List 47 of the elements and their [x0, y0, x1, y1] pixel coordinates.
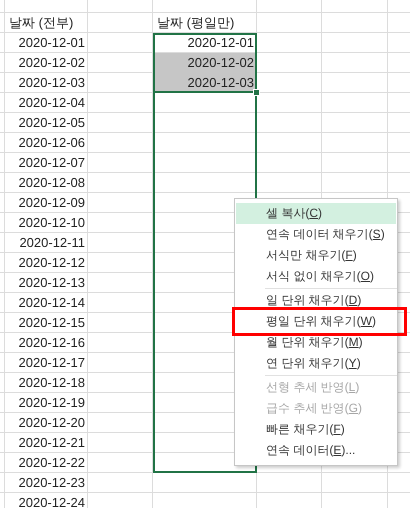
date-cell-text: 2020-12-02	[18, 54, 86, 72]
date-cell[interactable]	[153, 173, 257, 193]
date-cell-text: 2020-12-21	[18, 434, 86, 452]
date-cell-text: 2020-12-13	[18, 274, 86, 292]
date-cell-text: 2020-12-19	[18, 394, 86, 412]
date-cell[interactable]	[153, 193, 257, 213]
date-cell-text: 2020-12-08	[18, 174, 86, 192]
date-cell-text: 2020-12-03	[18, 74, 86, 92]
date-cell-text: 2020-12-18	[18, 374, 86, 392]
date-cell[interactable]	[153, 93, 257, 113]
date-cell-text: 2020-12-09	[18, 194, 86, 212]
menu-item[interactable]: 서식만 채우기(F)	[236, 245, 396, 266]
date-cell[interactable]: 2020-12-03	[153, 73, 257, 93]
date-cell[interactable]	[153, 133, 257, 153]
date-cell-text: 2020-12-22	[18, 454, 86, 472]
menu-item[interactable]: 일 단위 채우기(D)	[236, 290, 396, 311]
menu-item[interactable]: 셀 복사(C)	[236, 203, 396, 224]
date-cell[interactable]	[153, 453, 257, 473]
menu-item[interactable]: 빠른 채우기(F)	[236, 419, 396, 440]
date-cell-text: 2020-12-14	[18, 294, 86, 312]
date-cell-text: 2020-12-16	[18, 334, 86, 352]
date-cell[interactable]: 2020-12-02	[153, 53, 257, 73]
date-cell-text: 2020-12-10	[18, 214, 86, 232]
date-cell-text: 2020-12-12	[18, 254, 86, 272]
date-cell[interactable]	[153, 113, 257, 133]
fill-handle[interactable]	[253, 89, 260, 96]
date-cell[interactable]	[153, 153, 257, 173]
date-cell-text: 2020-12-06	[18, 134, 86, 152]
menu-item[interactable]: 연속 데이터(E)...	[236, 440, 396, 461]
date-cell-text: 2020-12-04	[18, 94, 86, 112]
menu-item[interactable]: 월 단위 채우기(M)	[236, 332, 396, 353]
menu-item[interactable]: 평일 단위 채우기(W)	[238, 311, 396, 332]
date-cell-text: 2020-12-24	[18, 494, 86, 508]
date-cell-text: 2020-12-11	[18, 234, 86, 252]
date-cell-text: 2020-12-15	[18, 314, 86, 332]
menu-item[interactable]: 서식 없이 채우기(O)	[236, 266, 396, 287]
column-header: 날짜 (평일만)	[156, 14, 236, 32]
menu-item[interactable]: 연 단위 채우기(Y)	[236, 353, 396, 374]
date-cell[interactable]: 2020-12-01	[153, 33, 257, 53]
date-cell-text: 2020-12-01	[18, 34, 86, 52]
date-cell-text: 2020-12-05	[18, 114, 86, 132]
menu-item[interactable]: 연속 데이터 채우기(S)	[236, 224, 396, 245]
date-cell-text: 2020-12-23	[18, 474, 86, 492]
date-cell-text: 2020-12-07	[18, 154, 86, 172]
date-cell-text: 2020-12-20	[18, 414, 86, 432]
date-cell-text: 2020-12-17	[18, 354, 86, 372]
column-header: 날짜 (전부)	[8, 14, 74, 32]
